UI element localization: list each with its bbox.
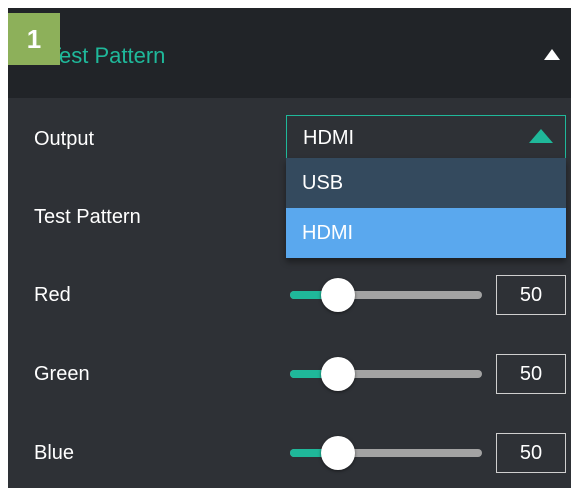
panel-title: Test Pattern <box>48 43 166 68</box>
slider-row-blue: Blue 50 <box>8 428 571 478</box>
slider-row-red: Red 50 <box>8 270 571 320</box>
collapse-arrow-icon[interactable] <box>544 49 560 60</box>
output-select[interactable]: HDMI <box>286 115 566 159</box>
green-slider[interactable] <box>290 357 482 391</box>
red-slider-thumb[interactable] <box>321 278 355 312</box>
step-badge: 1 <box>8 13 60 65</box>
blue-slider[interactable] <box>290 436 482 470</box>
green-label: Green <box>34 363 90 385</box>
test-pattern-label: Test Pattern <box>34 206 141 228</box>
slider-row-green: Green 50 <box>8 349 571 399</box>
option-usb[interactable]: USB <box>286 158 566 208</box>
output-dropdown-menu: USB HDMI <box>286 158 566 258</box>
output-selected-value: HDMI <box>303 127 355 149</box>
red-value-input[interactable]: 50 <box>496 275 566 315</box>
red-label: Red <box>34 284 71 306</box>
green-slider-thumb[interactable] <box>321 357 355 391</box>
dropdown-arrow-icon[interactable] <box>529 129 553 143</box>
test-pattern-panel: Test Pattern Output Test Pattern Red 50 … <box>8 8 571 488</box>
green-value-input[interactable]: 50 <box>496 354 566 394</box>
panel-header[interactable]: Test Pattern <box>8 8 571 98</box>
red-slider[interactable] <box>290 278 482 312</box>
blue-slider-thumb[interactable] <box>321 436 355 470</box>
blue-label: Blue <box>34 442 75 464</box>
output-label: Output <box>34 128 95 150</box>
option-hdmi[interactable]: HDMI <box>286 208 566 258</box>
blue-value-input[interactable]: 50 <box>496 433 566 473</box>
